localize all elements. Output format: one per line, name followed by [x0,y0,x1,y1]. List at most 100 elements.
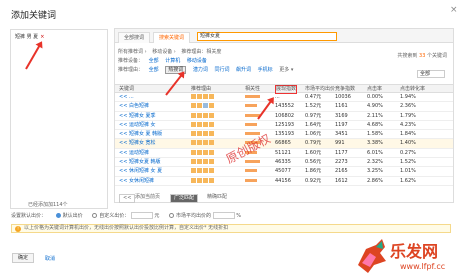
breadcrumb-root[interactable]: 所有推荐词 › [118,49,147,55]
relevance-fill [245,178,257,182]
radio-icon[interactable] [169,213,175,218]
custom-bid-input[interactable] [130,212,153,219]
radio-icon[interactable] [92,213,98,218]
reason-tag-icon [197,168,202,174]
remove-keyword-icon[interactable]: × [40,34,44,40]
broad-match-button[interactable]: 广泛匹配 [170,194,199,203]
select-all-dropdown[interactable]: 全部 [417,70,445,78]
keyword-cell[interactable]: << 白色短裤 [119,102,149,111]
device-label: 推荐设备： [118,58,144,64]
reason-tag-icon [209,149,214,155]
relevance-fill [245,95,260,98]
competition-cell: 2273 [335,159,348,166]
avg-bid-cell: 1.86元 [305,168,322,175]
reason-all[interactable]: 全部 [149,67,159,73]
keyword-table: 关键词 推荐理由 相关性 展现指数 市场平均出价 竞争指数 点击率 点击转化率 … [115,84,453,186]
avg-bid-cell: 1.06元 [305,131,322,138]
relevance-fill [245,160,260,164]
breadcrumb-reason[interactable]: 推荐理由：相关度 [181,49,221,55]
reason-tag-icon [209,168,214,174]
reason-tags [191,167,215,176]
market-pct-input[interactable] [212,212,235,219]
cvr-cell: 1.52% [400,159,416,166]
reason-tag-icon [203,131,208,137]
close-icon[interactable]: × [450,6,458,15]
ctr-cell: 0.00% [367,94,383,100]
search-input[interactable]: 短裤女夏 [197,32,337,41]
keyword-cell[interactable]: << 运动短裤 女 [119,121,156,130]
device-all[interactable]: 全部 [149,58,159,64]
keyword-cell[interactable]: << 短裤女夏 韩版 [119,158,161,167]
cvr-cell: 1.62% [400,177,416,184]
cvr-cell: 0.27% [400,149,416,156]
device-mobile[interactable]: 移动设备 [187,58,207,64]
ctr-cell: 4.68% [367,121,383,128]
table-row[interactable]: << 短裤女 宽松 66865 0.79元 991 3.38% 1.40% [115,139,453,149]
reason-tag-icon [197,94,202,99]
reason-tag-icon [197,140,202,146]
table-row[interactable]: << 白色短裤 143552 1.52元 1161 4.90% 2.36% [115,102,453,112]
reason-label: 推荐理由： [118,67,144,73]
impression-cell: 44156 [275,177,291,184]
confirm-button[interactable]: 确定 [12,253,34,263]
reason-tag-icon [191,131,196,137]
relevance-fill [245,122,257,126]
table-row[interactable]: << 女休闲短裤 44156 0.92元 1612 2.86% 1.62% [115,177,453,186]
cancel-link[interactable]: 取消 [45,255,55,262]
prev-page-button[interactable]: << [119,194,136,203]
bid-note: ! 以上价格为关键词计算机出价，无线出价按照默认出价投放比例计算，自定义出价* … [11,224,451,233]
reason-tag-icon [203,140,208,146]
radio-icon[interactable] [55,213,61,218]
impression-cell: 45077 [275,168,291,175]
avg-bid-cell: 1.64元 [305,121,322,128]
reason-mobile[interactable]: 手机标 [258,67,273,73]
table-row[interactable]: << 运动短裤 女 125193 1.64元 1197 4.68% 4.23% [115,121,453,131]
bid-default[interactable]: 默认出价 [55,213,83,219]
more-dropdown[interactable]: 更多 ▾ [279,67,293,73]
reason-tags [191,149,215,158]
device-pc[interactable]: 计算机 [165,58,180,64]
table-row[interactable]: << 休闲短裤 女 夏 45077 1.86元 2165 3.25% 1.01% [115,167,453,177]
exact-match-button[interactable]: 精确匹配 [207,194,227,201]
keyword-cell[interactable]: << 运动短裤 [119,149,149,158]
reason-tag-icon [191,121,196,127]
table-row[interactable]: << 短裤女 夏 韩版 135193 1.06元 3451 1.58% 1.84% [115,130,453,140]
competition-cell: 3451 [335,131,348,138]
add-page-link[interactable]: 添加当前页 [135,194,160,201]
keyword-cell[interactable]: << 女休闲短裤 [119,177,154,186]
competition-cell: 1197 [335,121,348,128]
impression-cell: 106802 [275,112,295,119]
pager: << 添加当前页 广泛匹配 精确匹配 [115,193,453,203]
reason-potential[interactable]: 潜力词 [193,67,208,73]
reason-tag-icon [191,112,196,118]
added-count: 已经添加加114个 [28,202,68,208]
keyword-cell[interactable]: << 短裤女 夏季 [119,112,156,121]
breadcrumb-device[interactable]: 移动设备 › [152,49,176,55]
competition-cell: 1161 [335,103,348,110]
relevance-bar [245,121,257,130]
reason-rising[interactable]: 飙升词 [236,67,251,73]
cvr-cell: 1.84% [400,131,416,138]
reason-tag-icon [191,94,196,99]
tab-all[interactable]: 全部搜词 [118,32,151,43]
cvr-cell: 2.36% [400,103,416,110]
reason-peer[interactable]: 同行词 [214,67,229,73]
reason-tag-icon [203,177,208,183]
keyword-cell[interactable]: << 短裤女 夏 韩版 [119,130,162,139]
bid-market[interactable]: 市场平均出价的 % [169,212,241,219]
tab-search[interactable]: 搜索关键词 [153,32,191,43]
add-keyword-dialog: 添加关键词 × 短裤 男 夏 × 已经添加加114个 全部搜词 搜索关键词 短裤女… [0,0,465,280]
bid-custom[interactable]: 自定义出价： 元 [92,212,159,219]
table-row[interactable]: << 运动短裤 51121 1.60元 1177 6.01% 0.27% [115,149,453,159]
ctr-cell: 6.01% [367,149,383,156]
table-row[interactable]: << 短裤女 夏季 106802 0.97元 3169 2.11% 1.79% [115,112,453,121]
selected-keywords-panel: 短裤 男 夏 × [10,29,108,209]
reason-tag-icon [209,103,214,109]
reason-tag-icon [203,168,208,174]
keyword-cell[interactable]: << 短裤女 宽松 [119,139,156,148]
reason-tag-icon [197,112,202,118]
keyword-cell[interactable]: << ... [119,93,134,102]
keyword-cell[interactable]: << 休闲短裤 女 夏 [119,167,162,176]
table-row[interactable]: << 短裤女夏 韩版 46335 0.56元 2273 2.32% 1.52% [115,158,453,168]
bid-settings: 设置默认出价： 默认出价 自定义出价： 元 市场平均出价的 % [11,212,249,219]
